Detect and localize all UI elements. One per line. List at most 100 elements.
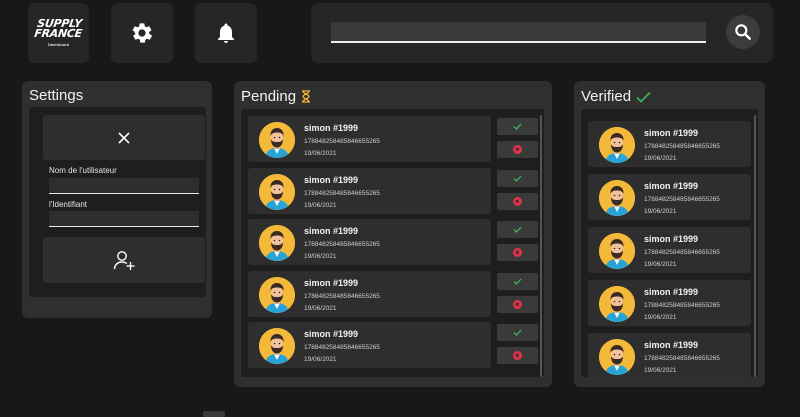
list-item[interactable]: simon #1999 178848258485846655265 19/06/…	[248, 116, 491, 162]
user-date: 19/06/2021	[644, 261, 677, 268]
pending-title: Pending	[241, 88, 297, 105]
identifier-label: l'Identifiant	[49, 200, 87, 209]
user-date: 19/06/2021	[644, 314, 677, 321]
list-item[interactable]: simon #1999 178848258485846655265 19/06/…	[248, 219, 491, 265]
check-icon	[513, 278, 522, 285]
verified-panel: Verified simon #1999 1788482584858466552…	[574, 81, 765, 387]
user-name: simon #1999	[304, 174, 359, 185]
bell-icon	[218, 23, 234, 43]
avatar	[259, 276, 295, 313]
list-item[interactable]: simon #1999 178848258485846655265 19/06/…	[248, 322, 491, 368]
check-icon	[513, 123, 522, 130]
notifications-button[interactable]	[195, 3, 257, 63]
approve-button[interactable]	[497, 272, 538, 290]
user-id: 178848258485846655265	[304, 292, 380, 300]
search-input[interactable]	[331, 22, 706, 43]
user-name: simon #1999	[644, 128, 699, 138]
reject-icon	[513, 145, 522, 154]
user-name: simon #1999	[644, 340, 699, 350]
user-id: 178848258485846655265	[644, 355, 720, 362]
check-icon	[513, 175, 522, 182]
user-date: 19/06/2021	[304, 304, 337, 312]
user-date: 19/06/2021	[304, 356, 337, 363]
list-item[interactable]: simon #1999 178848258485846655265 19/06/…	[248, 270, 491, 317]
user-id: 178848258485846655265	[644, 249, 720, 256]
user-id: 178848258485846655265	[644, 143, 720, 150]
avatar	[259, 225, 295, 261]
search-bar	[311, 3, 773, 63]
avatar	[599, 180, 635, 216]
add-user-button[interactable]	[43, 237, 205, 283]
reject-icon	[513, 196, 522, 206]
avatar-icon	[259, 328, 295, 364]
approve-button[interactable]	[497, 221, 538, 238]
reject-icon	[513, 299, 522, 309]
verified-title: Verified	[581, 88, 632, 105]
user-id: 178848258485846655265	[304, 189, 380, 197]
user-id: 178848258485846655265	[304, 241, 380, 248]
add-user-icon	[113, 251, 135, 270]
avatar-icon	[599, 180, 635, 216]
hourglass-icon	[302, 90, 311, 103]
user-name: simon #1999	[644, 181, 699, 191]
settings-panel: Settings Nom de l'utilisateur l'Identifi…	[22, 81, 212, 318]
username-field[interactable]	[49, 178, 199, 194]
user-name: simon #1999	[304, 226, 359, 236]
top-bar: SUPPLY FRANCE Dashboard	[0, 0, 800, 70]
pending-panel: Pending simon #1999 17884825848584665526…	[234, 81, 552, 387]
list-item[interactable]: simon #1999 178848258485846655265 19/06/…	[588, 280, 751, 326]
approve-button[interactable]	[497, 118, 538, 135]
user-date: 19/06/2021	[304, 150, 337, 157]
verified-scrollbar[interactable]	[754, 115, 756, 377]
identifier-field[interactable]	[49, 211, 199, 227]
verified-list: simon #1999 178848258485846655265 19/06/…	[581, 109, 758, 377]
user-date: 19/06/2021	[644, 155, 677, 162]
list-item[interactable]: simon #1999 178848258485846655265 19/06/…	[588, 174, 751, 220]
user-id: 178848258485846655265	[304, 138, 380, 145]
reject-button[interactable]	[497, 347, 538, 364]
check-icon	[513, 329, 522, 336]
user-name: simon #1999	[304, 123, 359, 133]
avatar	[599, 233, 635, 269]
check-icon	[513, 226, 522, 233]
reject-icon	[513, 248, 522, 257]
close-button[interactable]	[43, 115, 205, 160]
avatar-icon	[259, 122, 295, 158]
user-date: 19/06/2021	[644, 208, 677, 215]
logo-wordmark: SUPPLY FRANCE	[33, 17, 83, 40]
avatar-icon	[599, 233, 635, 269]
user-name: simon #1999	[304, 277, 359, 288]
reject-icon	[513, 351, 522, 360]
reject-button[interactable]	[497, 141, 538, 158]
avatar-icon	[599, 127, 635, 163]
reject-button[interactable]	[497, 244, 538, 261]
user-date: 19/06/2021	[304, 201, 337, 209]
avatar	[259, 328, 295, 364]
settings-button[interactable]	[111, 3, 173, 63]
user-id: 178848258485846655265	[644, 302, 720, 309]
brand-logo[interactable]: SUPPLY FRANCE Dashboard	[28, 3, 89, 63]
list-item[interactable]: simon #1999 178848258485846655265 19/06/…	[588, 333, 751, 377]
pending-list: simon #1999 178848258485846655265 19/06/…	[241, 109, 544, 377]
avatar	[599, 127, 635, 163]
user-name: simon #1999	[644, 234, 699, 244]
bottom-handle[interactable]	[203, 411, 225, 417]
reject-button[interactable]	[497, 295, 538, 313]
user-date: 19/06/2021	[644, 367, 677, 374]
check-icon	[636, 91, 651, 103]
pending-scrollbar[interactable]	[540, 115, 542, 377]
list-item[interactable]: simon #1999 178848258485846655265 19/06/…	[588, 121, 751, 167]
list-item[interactable]: simon #1999 178848258485846655265 19/06/…	[248, 167, 491, 214]
avatar	[599, 286, 635, 322]
close-icon	[118, 131, 130, 144]
approve-button[interactable]	[497, 324, 538, 341]
avatar-icon	[259, 225, 295, 261]
gear-icon	[132, 23, 152, 43]
avatar-icon	[259, 276, 295, 313]
reject-button[interactable]	[497, 192, 538, 210]
search-button[interactable]	[726, 15, 760, 49]
list-item[interactable]: simon #1999 178848258485846655265 19/06/…	[588, 227, 751, 273]
logo-subtitle: Dashboard	[48, 42, 69, 47]
approve-button[interactable]	[497, 169, 538, 187]
verified-header: Verified	[581, 88, 651, 105]
